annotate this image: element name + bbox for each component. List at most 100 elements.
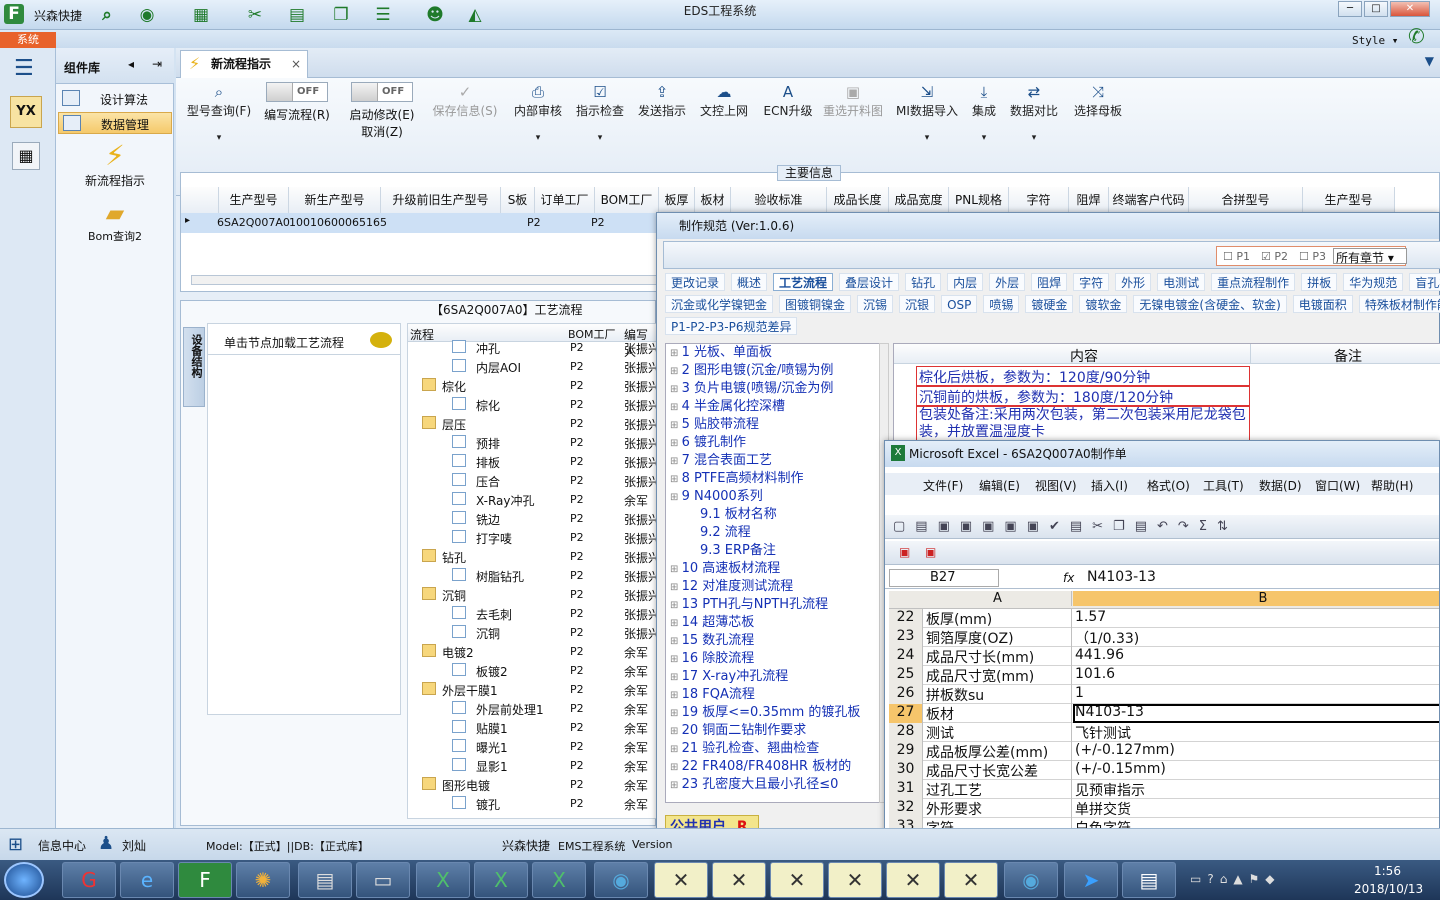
send-instruction-button[interactable]: ⇪ 发送指示	[634, 82, 690, 119]
user-icon[interactable]: ☻	[424, 4, 446, 26]
row-number[interactable]: 30	[889, 761, 923, 780]
row-number[interactable]: 31	[889, 780, 923, 799]
reselect-material-button[interactable]: ▣ 重选开料图	[820, 82, 886, 119]
filter-p2[interactable]: ☑ P2	[1261, 250, 1288, 263]
row-number[interactable]: 27	[889, 704, 923, 723]
taskbar-window-1[interactable]: ✕	[654, 862, 708, 898]
spec-tab[interactable]: 叠层设计	[839, 273, 900, 291]
row-number[interactable]: 24	[889, 647, 923, 666]
toc-item[interactable]: 12 对准度测试流程	[666, 578, 882, 596]
spec-tab[interactable]: 钻孔	[905, 273, 942, 291]
column-header[interactable]: 字符	[1009, 187, 1069, 213]
flow-tree-row[interactable]: 打字唛 P2 张振兴	[408, 528, 656, 547]
cell-b[interactable]: 441.96	[1073, 647, 1439, 666]
flow-tree-row[interactable]: 树脂钻孔 P2 张振兴	[408, 566, 656, 585]
spec-tab[interactable]: 工艺流程	[773, 273, 834, 291]
horizontal-scrollbar[interactable]	[191, 275, 661, 285]
spec-tab[interactable]: 字符	[1073, 273, 1110, 291]
film-icon[interactable]: ▤	[286, 4, 308, 26]
filter-p1[interactable]: ☐ P1	[1223, 250, 1250, 263]
taskbar-eye[interactable]: ◉	[594, 862, 648, 898]
excel-menu-item[interactable]: 编辑(E)	[979, 477, 1020, 494]
toc-item[interactable]: 9 N4000系列	[666, 488, 882, 506]
taskbar-scanner[interactable]: ▭	[356, 862, 410, 898]
content-row[interactable]: 棕化后烘板，参数为：120度/90分钟	[916, 366, 1250, 386]
data-compare-button[interactable]: ⇄ 数据对比 ▾	[1006, 82, 1062, 143]
spec-tab[interactable]: 阻焊	[1031, 273, 1068, 291]
toc-item[interactable]: 9.3 ERP备注	[666, 542, 882, 560]
calculator-icon[interactable]: ▦	[12, 142, 40, 170]
spec-tab[interactable]: 外形	[1115, 273, 1152, 291]
spec-tab[interactable]: 图镀铜镍金	[779, 295, 852, 313]
column-header[interactable]: 板材	[695, 187, 731, 213]
column-header[interactable]: 终端客户代码	[1109, 187, 1189, 213]
excel-menu-item[interactable]: 视图(V)	[1035, 477, 1077, 494]
spec-tab[interactable]: 电测试	[1157, 273, 1206, 291]
spec-tab[interactable]: 喷锡	[983, 295, 1020, 313]
tab-new-flow[interactable]: ⚡ 新流程指示 ×	[180, 50, 308, 78]
cell-a[interactable]: 成品尺寸宽(mm)	[924, 666, 1072, 685]
column-header[interactable]: 升级前旧生产型号	[381, 187, 501, 213]
cell-b[interactable]: 101.6	[1073, 666, 1439, 685]
spec-tab[interactable]: 内层	[947, 273, 984, 291]
upload-doc-button[interactable]: ☁ 文控上网	[696, 82, 752, 119]
spec-tab[interactable]: 华为规范	[1343, 273, 1404, 291]
toc-item[interactable]: 21 验孔检查、翘曲检查	[666, 740, 882, 758]
integrate-button[interactable]: ⤓ 集成 ▾	[966, 82, 1002, 143]
row-number[interactable]: 32	[889, 799, 923, 818]
flow-tree-row[interactable]: 外层干膜1 P2 余军	[408, 680, 656, 699]
chevron-left-icon[interactable]: ◂	[128, 57, 134, 71]
chapter-select[interactable]: 所有章节 ▾	[1333, 248, 1407, 265]
spec-tab[interactable]: 沉锡	[857, 295, 894, 313]
flow-tree-row[interactable]: 预排 P2 张振兴	[408, 433, 656, 452]
phone-icon[interactable]: ✆	[1408, 24, 1425, 48]
taskbar-bird[interactable]: ➤	[1064, 862, 1118, 898]
content-row[interactable]: 沉铜前的烘板，参数为：180度/120分钟	[916, 386, 1250, 406]
toc-item[interactable]: 6 镀孔制作	[666, 434, 882, 452]
flow-tree-row[interactable]: X-Ray冲孔 P2 余军	[408, 490, 656, 509]
flow-tree-row[interactable]: 排板 P2 张振兴	[408, 452, 656, 471]
spec-tab[interactable]: P1-P2-P3-P6规范差异	[665, 317, 798, 335]
row-number[interactable]: 25	[889, 666, 923, 685]
tile-bom-query[interactable]: ▰ Bom查询2	[76, 198, 154, 248]
toc-item[interactable]: 15 数孔流程	[666, 632, 882, 650]
toc-item[interactable]: 5 贴胶带流程	[666, 416, 882, 434]
row-number[interactable]: 22	[889, 609, 923, 628]
cell-a[interactable]: 拼板数su	[924, 685, 1072, 704]
toc-item[interactable]: 10 高速板材流程	[666, 560, 882, 578]
cell-a[interactable]: 成品板厚公差(mm)	[924, 742, 1072, 761]
close-button[interactable]: ✕	[1390, 1, 1430, 17]
flow-tree-row[interactable]: 电镀2 P2 余军	[408, 642, 656, 661]
grid-icon[interactable]: ▦	[190, 4, 212, 26]
taskbar-window-6[interactable]: ✕	[944, 862, 998, 898]
toc-item[interactable]: 13 PTH孔与NPTH孔流程	[666, 596, 882, 614]
excel-menu-item[interactable]: 格式(O)	[1147, 477, 1190, 494]
taskbar-window-4[interactable]: ✕	[828, 862, 882, 898]
spec-tab[interactable]: 拼板	[1301, 273, 1338, 291]
flow-tree-row[interactable]: 冲孔 P2 张振兴	[408, 338, 656, 357]
sidebar-item-data-management[interactable]: 数据管理	[58, 112, 172, 134]
content-row[interactable]: 包装处备注:采用两次包装，第二次包装采用尼龙袋包装，并放置温湿度卡	[916, 406, 1250, 442]
column-header[interactable]: 合拼型号	[1189, 187, 1303, 213]
spec-tab[interactable]: 概述	[731, 273, 768, 291]
name-box[interactable]: B27	[889, 569, 999, 587]
cell-b[interactable]: 1.57	[1073, 609, 1439, 628]
system-menu-button[interactable]: 系统	[0, 32, 56, 48]
flow-tree-row[interactable]: 图形电镀 P2 余军	[408, 775, 656, 794]
flow-tree-row[interactable]: 去毛刺 P2 张振兴	[408, 604, 656, 623]
pdf-convert-icon[interactable]: ▣	[925, 545, 936, 559]
toc-item[interactable]: 7 混合表面工艺	[666, 452, 882, 470]
spec-tab[interactable]: 重点流程制作	[1211, 273, 1296, 291]
flow-tree-row[interactable]: 压合 P2 张振兴	[408, 471, 656, 490]
toc-item[interactable]: 23 孔密度大且最小孔径≤0	[666, 776, 882, 794]
taskbar-excel-2[interactable]: X	[474, 862, 528, 898]
cell-b[interactable]: (+/-0.127mm)	[1073, 742, 1439, 761]
taskbar-app-g[interactable]: G	[62, 862, 116, 898]
spec-tab[interactable]: 外层	[989, 273, 1026, 291]
hamburger-icon[interactable]: ☰	[14, 56, 34, 81]
toc-item[interactable]: 9.2 流程	[666, 524, 882, 542]
taskbar-eye-2[interactable]: ◉	[1004, 862, 1058, 898]
close-tab-icon[interactable]: ×	[291, 51, 301, 77]
taskbar-excel-3[interactable]: X	[532, 862, 586, 898]
model-query-button[interactable]: ⌕ 型号查询(F) ▾	[184, 82, 254, 143]
